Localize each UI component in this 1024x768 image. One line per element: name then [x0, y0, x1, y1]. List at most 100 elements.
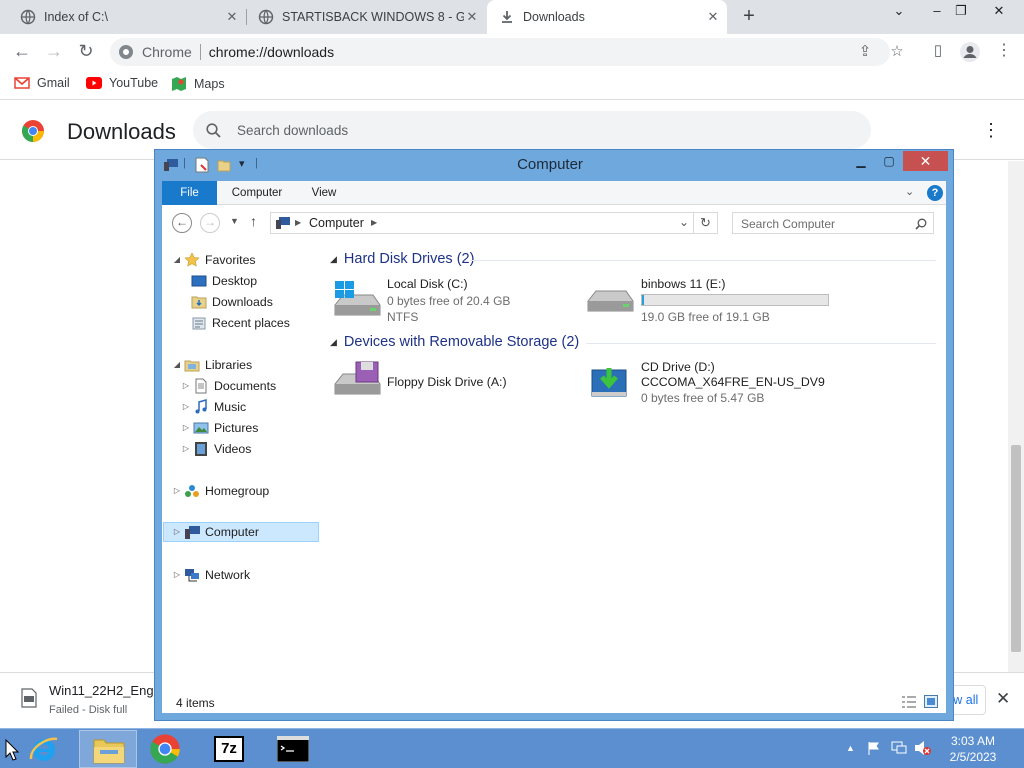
- tab-close-icon[interactable]: ✕: [224, 9, 240, 25]
- action-center-flag-icon[interactable]: [867, 741, 881, 755]
- ribbon-tab-file[interactable]: File: [162, 181, 217, 205]
- bookmark-youtube[interactable]: YouTube: [86, 76, 158, 90]
- omnibox[interactable]: Chrome chrome://downloads ⇪ ☆: [110, 38, 904, 66]
- nav-videos[interactable]: ▷ Videos: [181, 439, 251, 459]
- nav-recent-places[interactable]: Recent places: [191, 313, 290, 333]
- details-view-icon[interactable]: [902, 696, 916, 708]
- side-panel-icon[interactable]: ▯: [927, 41, 949, 63]
- download-status: Failed - Disk full: [49, 704, 128, 716]
- nav-homegroup[interactable]: ▷ Homegroup: [172, 481, 269, 501]
- share-icon[interactable]: ⇪: [855, 42, 875, 62]
- computer-icon: [185, 526, 200, 539]
- taskbar-7zip[interactable]: 7z: [200, 730, 258, 768]
- drive-local-disk-c[interactable]: Local Disk (C:) 0 bytes free of 20.4 GB …: [332, 277, 577, 329]
- shelf-close-icon[interactable]: ✕: [996, 689, 1010, 709]
- address-bar[interactable]: ▶ Computer ▶ ⌄ ↻: [270, 212, 718, 234]
- minimize-icon[interactable]: ▁: [847, 152, 875, 172]
- breadcrumb-chevron-icon[interactable]: ▶: [371, 218, 377, 227]
- nav-documents[interactable]: ▷ Documents: [181, 376, 276, 396]
- bookmark-gmail[interactable]: Gmail: [14, 76, 70, 90]
- tab-close-icon[interactable]: ✕: [464, 9, 480, 25]
- music-icon: [195, 399, 207, 414]
- nav-desktop[interactable]: Desktop: [191, 271, 257, 291]
- recent-locations-icon[interactable]: ▼: [230, 216, 239, 226]
- collapse-arrow-icon[interactable]: ◢: [172, 250, 182, 270]
- group-collapse-icon[interactable]: ◢: [330, 337, 337, 348]
- up-arrow-icon[interactable]: ↑: [250, 213, 257, 229]
- back-arrow-icon[interactable]: ←: [11, 41, 33, 63]
- bookmark-label: YouTube: [109, 76, 159, 90]
- network-tray-icon[interactable]: [891, 741, 907, 755]
- page-scrollbar[interactable]: [1008, 161, 1024, 672]
- search-computer-input[interactable]: Search Computer: [732, 212, 934, 234]
- forward-arrow-icon[interactable]: →: [200, 213, 220, 233]
- expand-arrow-icon[interactable]: ▷: [172, 522, 182, 542]
- show-hidden-icons-icon[interactable]: ▲: [846, 743, 855, 753]
- restore-icon[interactable]: ❐: [950, 3, 972, 19]
- tab-index-of-c[interactable]: Index of C:\ ✕: [0, 0, 246, 34]
- nav-downloads[interactable]: Downloads: [191, 292, 273, 312]
- downloads-search-input[interactable]: Search downloads: [193, 111, 871, 149]
- group-removable-storage[interactable]: ◢ Devices with Removable Storage (2): [330, 334, 579, 350]
- downloads-folder-icon: [191, 296, 207, 309]
- system-clock[interactable]: 3:03 AM 2/5/2023: [944, 733, 1002, 765]
- tab-close-icon[interactable]: ✕: [705, 9, 721, 25]
- expand-arrow-icon[interactable]: ▷: [181, 418, 191, 438]
- chrome-menu-icon[interactable]: ⋮: [993, 41, 1015, 63]
- drive-binbows-e[interactable]: binbows 11 (E:) 19.0 GB free of 19.1 GB: [585, 277, 845, 329]
- expand-arrow-icon[interactable]: ▷: [181, 439, 191, 459]
- reload-icon[interactable]: ↻: [75, 41, 97, 63]
- taskbar-internet-explorer[interactable]: [16, 730, 74, 768]
- taskbar-command-prompt[interactable]: [263, 730, 321, 768]
- breadcrumb-computer[interactable]: Computer: [309, 216, 364, 230]
- expand-arrow-icon[interactable]: ▷: [172, 481, 182, 501]
- download-filename[interactable]: Win11_22H2_English: [49, 683, 159, 698]
- collapse-arrow-icon[interactable]: ◢: [172, 355, 182, 375]
- bookmark-label: Maps: [194, 77, 225, 91]
- scrollbar-thumb[interactable]: [1011, 445, 1021, 652]
- nav-libraries[interactable]: ◢ Libraries: [172, 355, 252, 375]
- gmail-icon: [14, 77, 30, 89]
- ribbon-tab-computer[interactable]: Computer: [224, 181, 290, 205]
- expand-ribbon-icon[interactable]: ⌄: [905, 185, 914, 198]
- drive-cd-d[interactable]: CD Drive (D:) CCCOMA_X64FRE_EN-US_DV9 0 …: [585, 360, 845, 412]
- forward-arrow-icon[interactable]: →: [43, 41, 65, 63]
- new-tab-button[interactable]: +: [737, 5, 761, 29]
- help-icon[interactable]: ?: [927, 185, 943, 201]
- address-dropdown-icon[interactable]: ⌄: [679, 215, 689, 229]
- expand-arrow-icon[interactable]: ▷: [181, 397, 191, 417]
- close-window-icon[interactable]: ✕: [988, 3, 1010, 19]
- back-arrow-icon[interactable]: ←: [172, 213, 192, 233]
- group-hard-disk-drives[interactable]: ◢ Hard Disk Drives (2): [330, 251, 474, 267]
- nav-computer[interactable]: ▷ Computer: [163, 522, 319, 542]
- taskbar-file-explorer[interactable]: [79, 730, 137, 768]
- profile-avatar-icon[interactable]: [959, 41, 981, 63]
- bookmark-maps[interactable]: Maps: [171, 76, 225, 92]
- expand-arrow-icon[interactable]: ▷: [172, 565, 182, 585]
- explorer-titlebar[interactable]: | ▾ | Computer ▁ ▢ ✕: [155, 150, 953, 180]
- breadcrumb-chevron-icon[interactable]: ▶: [295, 218, 301, 227]
- minimize-icon[interactable]: –: [926, 3, 948, 18]
- tab-downloads[interactable]: Downloads ✕: [487, 0, 727, 34]
- volume-muted-icon[interactable]: [914, 740, 932, 756]
- refresh-icon[interactable]: ↻: [700, 215, 711, 231]
- group-collapse-icon[interactable]: ◢: [330, 254, 337, 265]
- nav-pictures[interactable]: ▷ Pictures: [181, 418, 259, 438]
- close-icon[interactable]: ✕: [903, 151, 948, 171]
- tab-title: Downloads: [523, 10, 585, 24]
- downloads-menu-icon[interactable]: ⋮: [982, 121, 1000, 139]
- nav-music[interactable]: ▷ Music: [181, 397, 246, 417]
- bookmark-star-icon[interactable]: ☆: [887, 42, 907, 62]
- maximize-icon[interactable]: ▢: [875, 152, 903, 172]
- nav-network[interactable]: ▷ Network: [172, 565, 250, 585]
- tab-startisback[interactable]: STARTISBACK WINDOWS 8 - Goo ✕: [246, 0, 486, 34]
- tab-search-chevron-icon[interactable]: ⌄: [888, 3, 910, 19]
- nav-favorites[interactable]: ◢ Favorites: [172, 250, 256, 270]
- drive-floppy-a[interactable]: Floppy Disk Drive (A:): [332, 360, 577, 406]
- homegroup-icon: [185, 485, 199, 497]
- expand-arrow-icon[interactable]: ▷: [181, 376, 191, 396]
- nav-label: Pictures: [214, 421, 259, 435]
- taskbar-chrome[interactable]: [137, 730, 195, 768]
- ribbon-tab-view[interactable]: View: [300, 181, 348, 205]
- large-icons-view-icon[interactable]: [924, 695, 938, 708]
